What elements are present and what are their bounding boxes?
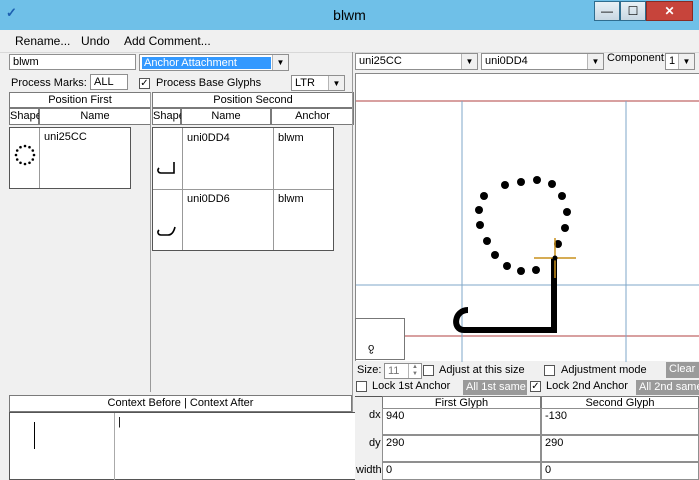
second-row-2-anchor[interactable]: blwm	[278, 193, 304, 205]
process-base-label: Process Base Glyphs	[156, 77, 262, 89]
glyph1-value: uni25CC	[359, 55, 402, 67]
dx-first-field[interactable]: 940	[382, 408, 541, 435]
second-row-1-name[interactable]: uni0DD4	[187, 132, 230, 144]
close-button[interactable]: ✕	[646, 1, 693, 21]
context-header: Context Before | Context After	[9, 395, 352, 412]
chevron-down-icon: ▼	[328, 76, 344, 90]
all-1st-same-button[interactable]: All 1st same	[463, 380, 527, 395]
width-second-field[interactable]: 0	[541, 462, 699, 480]
component-label: Component:	[607, 52, 667, 64]
adjust-row-dy-label: dy	[369, 437, 381, 449]
adjust-row-width-label: width	[356, 464, 382, 476]
adjust-size-label: Adjust at this size	[439, 364, 525, 376]
context-panel[interactable]	[9, 412, 361, 480]
lock-1st-anchor-label: Lock 1st Anchor	[372, 380, 451, 392]
first-col-shape[interactable]: Shape	[9, 108, 42, 125]
mini-preview-glyph: ჹ	[368, 342, 375, 354]
lock-1st-anchor-checkbox[interactable]	[356, 381, 367, 392]
lookup-type-select[interactable]: Anchor Attachment ▼	[139, 54, 289, 71]
chevron-down-icon: ▼	[272, 55, 288, 70]
menu-undo[interactable]: Undo	[81, 34, 110, 48]
context-before-cursor	[34, 422, 35, 449]
process-marks-label: Process Marks:	[11, 77, 87, 89]
width-first-field[interactable]: 0	[382, 462, 541, 480]
glyph-preview-canvas[interactable]	[355, 73, 699, 362]
dy-second-field[interactable]: 290	[541, 435, 699, 462]
chevron-down-icon: ▼	[678, 54, 694, 69]
minimize-button[interactable]: —	[594, 1, 620, 21]
adjust-mode-checkbox[interactable]	[544, 365, 555, 376]
dx-second-field[interactable]: -130	[541, 408, 699, 435]
all-2nd-same-button[interactable]: All 2nd same	[636, 380, 699, 395]
direction-value: LTR	[295, 77, 315, 89]
glyph2-select[interactable]: uni0DD4 ▼	[481, 53, 604, 70]
lookup-type-value: Anchor Attachment	[142, 57, 271, 69]
dy-first-field[interactable]: 290	[382, 435, 541, 462]
mini-preview: ჹ	[355, 318, 405, 360]
adjust-row-dx-label: dx	[369, 409, 381, 421]
chevron-down-icon: ▼	[587, 54, 603, 69]
menu-add-comment[interactable]: Add Comment...	[124, 34, 211, 48]
glyph2-value: uni0DD4	[485, 55, 528, 67]
clear-button[interactable]: Clear	[666, 362, 699, 378]
menu-rename[interactable]: Rename...	[15, 34, 70, 48]
adjust-size-checkbox[interactable]	[423, 365, 434, 376]
size-value: 11	[388, 365, 400, 377]
second-col-name[interactable]: Name	[181, 108, 271, 125]
context-after-text[interactable]: |	[118, 416, 121, 428]
maximize-button[interactable]: ☐	[620, 1, 646, 21]
list-divider	[39, 128, 40, 188]
lock-2nd-anchor-label: Lock 2nd Anchor	[546, 380, 628, 392]
glyph-shape-uni0DD4[interactable]	[156, 156, 178, 179]
glyph1-select[interactable]: uni25CC ▼	[355, 53, 478, 70]
lookup-name-field[interactable]: blwm	[9, 54, 136, 70]
component-value: 1	[669, 55, 676, 67]
position-second-header: Position Second	[152, 92, 354, 108]
row-divider	[153, 189, 333, 190]
second-row-1-anchor[interactable]: blwm	[278, 132, 304, 144]
component-select[interactable]: 1 ▼	[665, 53, 695, 70]
first-glyph-name[interactable]: uni25CC	[44, 131, 87, 143]
direction-select[interactable]: LTR ▼	[291, 75, 345, 91]
chevron-down-icon: ▼	[461, 54, 477, 69]
first-col-name[interactable]: Name	[39, 108, 151, 125]
glyph-shape-uni0DD6[interactable]	[156, 218, 178, 241]
glyph-shape-dotted-circle[interactable]	[12, 142, 38, 171]
pane-separator	[150, 92, 151, 392]
process-marks-field[interactable]: ALL	[90, 74, 128, 90]
second-col-anchor[interactable]: Anchor	[271, 108, 354, 125]
adjust-mode-label: Adjustment mode	[561, 364, 647, 376]
position-first-header: Position First	[9, 92, 151, 108]
second-row-2-name[interactable]: uni0DD6	[187, 193, 230, 205]
second-col-shape[interactable]: Shape	[152, 108, 185, 125]
process-base-checkbox[interactable]: ✓	[139, 78, 150, 89]
stepper-arrows-icon[interactable]: ▲ ▼	[408, 364, 421, 378]
size-stepper[interactable]: 11 ▲ ▼	[384, 363, 422, 379]
lock-2nd-anchor-checkbox[interactable]: ✓	[530, 381, 541, 392]
size-label: Size:	[357, 364, 382, 376]
context-divider	[114, 413, 115, 480]
